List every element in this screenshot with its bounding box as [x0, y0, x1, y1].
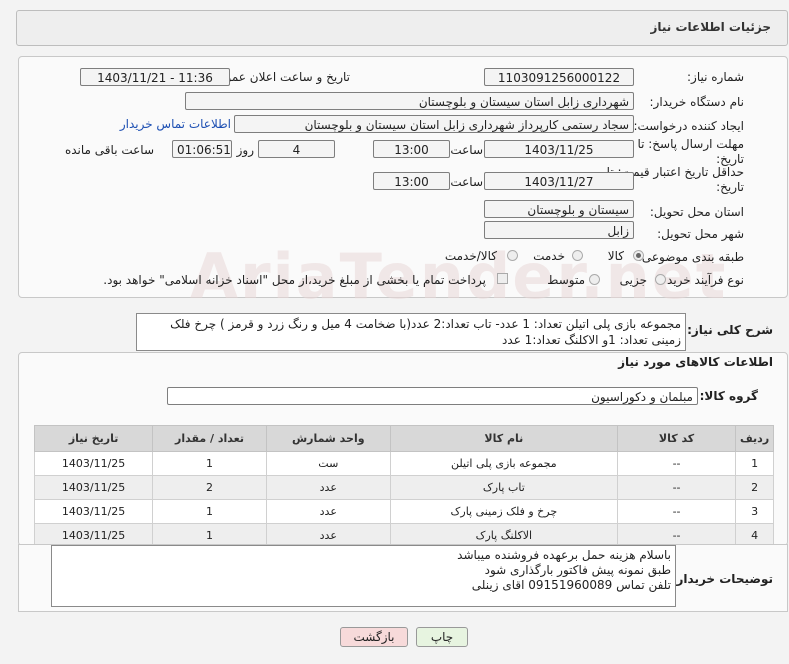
category-radio-service[interactable] [572, 250, 583, 261]
price-valid-time-label: ساعت [450, 175, 483, 189]
table-row[interactable]: 2 -- تاب پارک عدد 2 1403/11/25 [33, 475, 774, 500]
city-field: زابل [484, 221, 634, 239]
process-radio-medium[interactable] [589, 274, 600, 285]
requester-label: ایجاد کننده درخواست: [633, 119, 744, 133]
description-label: شرح کلی نیاز: [687, 323, 773, 337]
description-textarea[interactable]: مجموعه بازی پلی اتیلن تعداد: 1 عدد- تاب … [136, 313, 686, 351]
item-unit: ست [265, 451, 391, 476]
category-radio-goods[interactable] [633, 250, 644, 261]
buyer-note-line: باسلام هزینه حمل برعهده فروشنده میباشد [457, 548, 671, 562]
column-header: ردیف [735, 425, 774, 452]
category-label: طبقه بندی موضوعی: [637, 250, 744, 264]
item-code: -- [616, 499, 737, 524]
item-quantity: 2 [152, 475, 267, 500]
deadline-time-field: 13:00 [373, 140, 450, 158]
deadline-label: مهلت ارسال پاسخ: تا تاریخ: [637, 137, 744, 166]
buyer-org-field: شهرداری زابل استان سیستان و بلوچستان [185, 92, 634, 110]
item-unit: عدد [265, 499, 391, 524]
column-header: واحد شمارش [265, 425, 391, 452]
remaining-time-field: 01:06:51 [172, 140, 232, 158]
buyer-org-label: نام دستگاه خریدار: [649, 95, 745, 109]
contact-info-link[interactable]: اطلاعات تماس خریدار [120, 117, 231, 131]
row-index: 3 [735, 499, 774, 524]
row-index: 1 [735, 451, 774, 476]
remaining-label: ساعت باقی مانده [64, 143, 154, 157]
item-quantity: 1 [152, 451, 267, 476]
buyer-note-line: طبق نمونه پیش فاکتور بارگذاری شود [484, 563, 671, 577]
goods-group-label: گروه کالا: [699, 389, 758, 403]
item-code: -- [616, 475, 737, 500]
table-row[interactable]: 1 -- مجموعه بازی پلی اتیلن ست 1 1403/11/… [33, 451, 774, 476]
buyer-note-line: تلفن تماس 09151960089 اقای زینلی [471, 578, 671, 592]
need-number-label: شماره نیاز: [687, 70, 744, 84]
column-header: تعداد / مقدار [152, 425, 267, 452]
city-label: شهر محل تحویل: [657, 227, 744, 241]
table-row[interactable]: 3 -- چرخ و فلک زمینی پارک عدد 1 1403/11/… [33, 499, 774, 524]
item-name: تاب پارک [389, 475, 618, 500]
item-code: -- [616, 451, 737, 476]
item-name: چرخ و فلک زمینی پارک [389, 499, 618, 524]
province-field: سیستان و بلوچستان [484, 200, 634, 218]
process-option-medium: متوسط [547, 273, 585, 287]
print-button[interactable]: چاپ [416, 627, 468, 647]
goods-section-title: اطلاعات کالاهای مورد نیاز [618, 355, 773, 369]
column-header: نام کالا [389, 425, 618, 452]
buyer-notes-textarea[interactable]: باسلام هزینه حمل برعهده فروشنده میباشد ط… [51, 545, 676, 607]
process-option-minor: جزیی [619, 273, 647, 287]
page-title: جزئیات اطلاعات نیاز [650, 20, 771, 34]
category-option-goods: کالا [607, 249, 624, 263]
column-header: کد کالا [616, 425, 737, 452]
announce-field: 1403/11/21 - 11:36 [80, 68, 230, 86]
item-date: 1403/11/25 [33, 475, 154, 500]
requester-field: سجاد رستمی کارپرداز شهرداری زابل استان س… [234, 115, 634, 133]
days-remaining-field: 4 [258, 140, 335, 158]
treasury-payment-note: پرداخت تمام یا بخشی از مبلغ خرید،از محل … [103, 273, 486, 287]
treasury-payment-checkbox[interactable] [497, 273, 508, 284]
category-option-service: خدمت [533, 249, 565, 263]
column-header: تاریخ نیاز [33, 425, 154, 452]
back-button[interactable]: بازگشت [340, 627, 408, 647]
category-radio-goods-service[interactable] [507, 250, 518, 261]
province-label: استان محل تحویل: [649, 205, 744, 219]
item-date: 1403/11/25 [33, 499, 154, 524]
category-option-goods-service: کالا/خدمت [444, 249, 497, 263]
deadline-date-field: 1403/11/25 [484, 140, 634, 158]
deadline-time-label: ساعت [450, 143, 483, 157]
process-label: نوع فرآیند خرید : [659, 273, 744, 287]
price-valid-time-field: 13:00 [373, 172, 450, 190]
item-date: 1403/11/25 [33, 451, 154, 476]
need-number-field: 1103091256000122 [484, 68, 634, 86]
row-index: 2 [735, 475, 774, 500]
goods-table: ردیف کد کالا نام کالا واحد شمارش تعداد /… [33, 425, 774, 548]
goods-group-field: مبلمان و دکوراسیون [167, 387, 698, 405]
item-name: مجموعه بازی پلی اتیلن [389, 451, 618, 476]
page-header: جزئیات اطلاعات نیاز [16, 10, 788, 46]
buyer-notes-label: توضیحات خریدار: [671, 572, 773, 586]
table-header-row: ردیف کد کالا نام کالا واحد شمارش تعداد /… [33, 425, 774, 452]
price-valid-date-field: 1403/11/27 [484, 172, 634, 190]
process-radio-minor[interactable] [655, 274, 666, 285]
item-quantity: 1 [152, 499, 267, 524]
item-unit: عدد [265, 475, 391, 500]
